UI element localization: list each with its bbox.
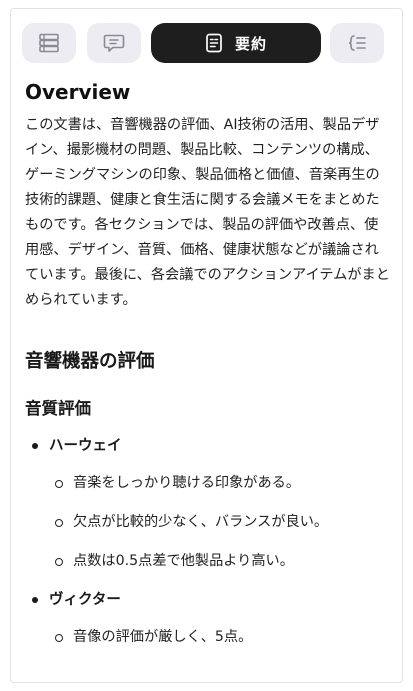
view-toolbar: 要約 bbox=[11, 23, 402, 63]
summary-doc-icon bbox=[205, 33, 223, 53]
subsection-heading: 音質評価 bbox=[25, 399, 91, 418]
list-item: 点数は0.5点差で他製品より高い。 bbox=[49, 550, 391, 572]
brand-name: ヴィクター bbox=[49, 592, 121, 608]
brand-name: ハーウェイ bbox=[49, 438, 122, 454]
list-item: 音像の評価が厳しく、5点。 bbox=[49, 626, 391, 648]
list-item: 欠点が比較的少なく、バランスが良い。 bbox=[49, 511, 391, 533]
list-item: ハーウェイ 音楽をしっかり聴ける印象がある。 欠点が比較的少なく、バランスが良い… bbox=[25, 435, 391, 572]
overview-paragraph: この文書は、音響機器の評価、AI技術の活用、製品デザイン、撮影機材の問題、製品比… bbox=[25, 117, 390, 308]
outline-button[interactable] bbox=[330, 23, 384, 63]
summary-tab-button[interactable]: 要約 bbox=[151, 23, 321, 63]
summary-content: Overview この文書は、音響機器の評価、AI技術の活用、製品デザイン、撮影… bbox=[25, 79, 391, 665]
overview-heading: Overview bbox=[25, 80, 131, 104]
outline-icon bbox=[346, 33, 368, 53]
point-list: 音像の評価が厳しく、5点。 bbox=[49, 626, 391, 648]
list-item: 音楽をしっかり聴ける印象がある。 bbox=[49, 472, 391, 494]
app-window: 要約 Overview この文書は、音響機器の評価、AI技術の活用、製品デザイン… bbox=[10, 8, 403, 683]
chat-bubble-icon bbox=[103, 33, 125, 53]
list-view-icon bbox=[38, 33, 60, 53]
list-view-button[interactable] bbox=[22, 23, 76, 63]
section-heading: 音響機器の評価 bbox=[25, 351, 155, 372]
chat-button[interactable] bbox=[87, 23, 141, 63]
summary-tab-label: 要約 bbox=[234, 34, 267, 53]
brand-list: ハーウェイ 音楽をしっかり聴ける印象がある。 欠点が比較的少なく、バランスが良い… bbox=[25, 435, 391, 648]
list-item: ヴィクター 音像の評価が厳しく、5点。 bbox=[25, 589, 391, 648]
point-list: 音楽をしっかり聴ける印象がある。 欠点が比較的少なく、バランスが良い。 点数は0… bbox=[49, 472, 391, 572]
